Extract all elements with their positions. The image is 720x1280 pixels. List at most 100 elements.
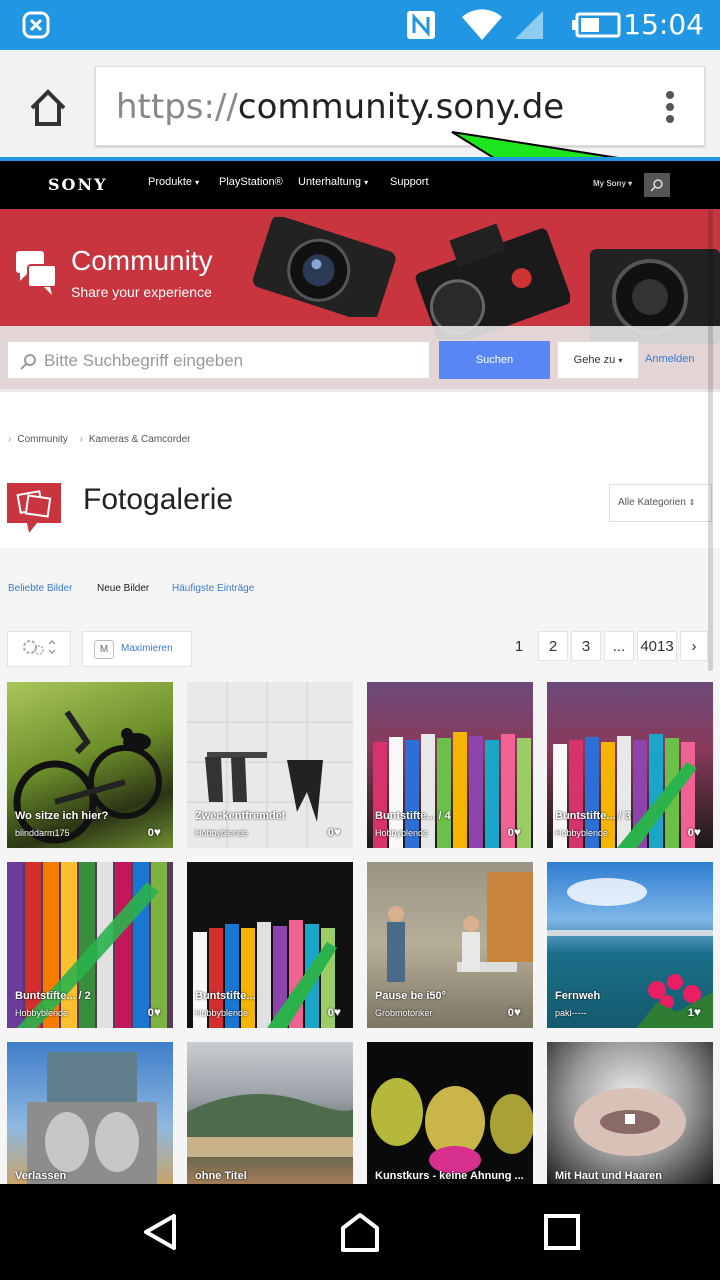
- sony-logo[interactable]: SONY: [48, 175, 108, 194]
- app-notification-icon: [18, 0, 54, 50]
- nav-support[interactable]: Support: [390, 176, 429, 188]
- recents-icon[interactable]: [542, 1212, 582, 1252]
- banner-subtitle: Share your experience: [71, 284, 212, 300]
- category-select[interactable]: Alle Kategorien ⇕: [609, 484, 712, 522]
- tab-beliebte-bilder[interactable]: Beliebte Bilder: [8, 583, 72, 594]
- browser-toolbar: https://community.sony.de: [0, 50, 720, 195]
- page-3[interactable]: 3: [571, 631, 601, 661]
- nav-produkte[interactable]: Produkte ▾: [148, 176, 199, 188]
- tile-likes: 0♥: [687, 825, 701, 839]
- tile-likes: 0♥: [507, 1005, 521, 1019]
- tile-title: Wo sitze ich hier?: [15, 810, 109, 822]
- url-text: https://community.sony.de: [116, 87, 565, 127]
- gallery-tile[interactable]: Verlassen: [7, 1042, 173, 1184]
- tile-author: Hobbyblende: [195, 1008, 249, 1018]
- tile-title: Verlassen: [15, 1170, 67, 1182]
- tile-title: Buntstifte... / 4: [375, 810, 451, 822]
- gallery-tile[interactable]: Buntstifte... / 3 Hobbyblende 0♥: [547, 682, 713, 848]
- maximize-button[interactable]: M Maximieren: [82, 631, 192, 667]
- tab-neue-bilder[interactable]: Neue Bilder: [97, 583, 149, 594]
- breadcrumb-community[interactable]: Community: [17, 434, 68, 445]
- gallery-tile[interactable]: Fernweh paki----- 1♥: [547, 862, 713, 1028]
- web-page: SONY Produkte ▾ PlayStation® Unterhaltun…: [0, 161, 720, 1184]
- camera-image: [250, 215, 400, 324]
- gallery-tile[interactable]: ohne Titel: [187, 1042, 353, 1184]
- tab-haeufigste-eintraege[interactable]: Häufigste Einträge: [172, 583, 254, 594]
- tile-author: Hobbyblende: [195, 828, 249, 838]
- tile-likes: 0♥: [327, 1005, 341, 1019]
- gallery-tile[interactable]: Buntstifte... / 4 Hobbyblende 0♥: [367, 682, 533, 848]
- cell-signal-icon: [512, 0, 546, 50]
- chat-bubbles-icon: [14, 249, 58, 302]
- heart-icon: ♥: [513, 825, 521, 839]
- page-title: Fotogalerie: [83, 483, 234, 516]
- battery-icon: [570, 0, 622, 50]
- login-link[interactable]: Anmelden: [645, 353, 695, 365]
- tile-likes: 0♥: [327, 825, 341, 839]
- gear-icon: [21, 638, 57, 661]
- search-bar: Bitte Suchbegriff eingeben Suchen Gehe z…: [0, 326, 720, 392]
- gallery-tile[interactable]: Buntstifte... / 2 Hobbyblende 0♥: [7, 862, 173, 1028]
- page-ellipsis: ...: [604, 631, 634, 661]
- tile-title: Buntstifte... / 2: [15, 990, 91, 1002]
- page-1[interactable]: 1: [505, 631, 533, 661]
- gallery-tile[interactable]: Zweckentfremdet Hobbyblende 0♥: [187, 682, 353, 848]
- gallery-tile[interactable]: Pause be i50° Grobmotoriker 0♥: [367, 862, 533, 1028]
- back-icon[interactable]: [140, 1212, 180, 1252]
- tile-title: Pause be i50°: [375, 990, 447, 1002]
- nav-search-icon[interactable]: [644, 173, 670, 197]
- heart-icon: ♥: [153, 1005, 161, 1019]
- home-nav-icon[interactable]: [340, 1212, 380, 1252]
- options-dropdown[interactable]: [7, 631, 71, 667]
- tile-title: ohne Titel: [195, 1170, 247, 1182]
- nfc-icon: [404, 0, 438, 50]
- tile-author: blinddarm175: [15, 828, 70, 838]
- tile-title: Buntstifte... / 3: [555, 810, 631, 822]
- banner-title: Community: [71, 245, 213, 276]
- page-scrollbar[interactable]: [708, 171, 713, 671]
- page-last[interactable]: 4013: [637, 631, 677, 661]
- heart-icon: ♥: [333, 825, 341, 839]
- home-icon[interactable]: [26, 86, 70, 130]
- gallery-tile[interactable]: Buntstifte... Hobbyblende 0♥: [187, 862, 353, 1028]
- search-button[interactable]: Suchen: [439, 341, 550, 379]
- search-placeholder: Bitte Suchbegriff eingeben: [44, 351, 244, 370]
- photo-gallery-icon: [7, 483, 61, 533]
- tile-likes: 0♥: [147, 825, 161, 839]
- page-2[interactable]: 2: [538, 631, 568, 661]
- tile-author: Hobbyblende: [375, 828, 429, 838]
- gallery-tile[interactable]: Wo sitze ich hier? blinddarm175 0♥: [7, 682, 173, 848]
- tile-title: Kunstkurs - keine Ahnung ...: [375, 1170, 524, 1182]
- status-bar: 15:04: [0, 0, 720, 50]
- tile-title: Mit Haut und Haaren: [555, 1170, 662, 1182]
- tile-author: Hobbyblende: [555, 828, 609, 838]
- nav-unterhaltung[interactable]: Unterhaltung ▾: [298, 176, 368, 188]
- my-sony-link[interactable]: My Sony ▾: [593, 179, 632, 188]
- gallery-tile[interactable]: Mit Haut und Haaren: [547, 1042, 713, 1184]
- breadcrumb: › Community › Kameras & Camcorder: [8, 434, 191, 445]
- clock: 15:04: [623, 8, 704, 41]
- search-input[interactable]: Bitte Suchbegriff eingeben: [7, 341, 430, 379]
- breadcrumb-kameras[interactable]: Kameras & Camcorder: [89, 434, 191, 445]
- tile-likes: 1♥: [687, 1005, 701, 1019]
- tile-author: Hobbyblende: [15, 1008, 69, 1018]
- tile-title: Zweckentfremdet: [195, 810, 286, 822]
- overflow-menu-icon[interactable]: [664, 89, 676, 125]
- maximize-label: Maximieren: [121, 643, 173, 654]
- heart-icon: ♥: [693, 825, 701, 839]
- goto-dropdown[interactable]: Gehe zu ▾: [557, 341, 639, 379]
- heart-icon: ♥: [513, 1005, 521, 1019]
- tile-author: Grobmotoriker: [375, 1008, 433, 1018]
- heart-icon: ♥: [153, 825, 161, 839]
- system-nav-bar: [0, 1184, 720, 1280]
- search-icon: [20, 353, 38, 376]
- tile-likes: 0♥: [507, 825, 521, 839]
- heart-icon: ♥: [693, 1005, 701, 1019]
- gallery-tile[interactable]: Kunstkurs - keine Ahnung ...: [367, 1042, 533, 1184]
- tile-author: paki-----: [555, 1008, 587, 1018]
- tile-title: Buntstifte...: [195, 990, 256, 1002]
- next-page-button[interactable]: ›: [680, 631, 708, 661]
- nav-playstation[interactable]: PlayStation®: [219, 176, 283, 188]
- tile-likes: 0♥: [147, 1005, 161, 1019]
- wifi-icon: [460, 0, 504, 50]
